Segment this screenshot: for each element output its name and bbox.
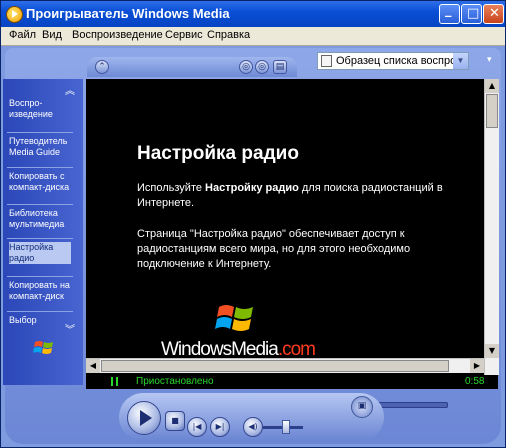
taskbar-item[interactable]: Библиотека мультимедиа: [9, 208, 71, 230]
logo-suffix-text: .com: [277, 339, 316, 360]
taskbar-separator: [7, 276, 73, 277]
shuffle-icon[interactable]: ◎: [239, 60, 253, 74]
menu-file[interactable]: Файл: [9, 29, 36, 41]
title-bar[interactable]: Проигрыватель Windows Media _ □ ✕: [1, 1, 505, 27]
horizontal-scroll-thumb[interactable]: [101, 360, 449, 372]
logo-main-text: WindowsMedia: [161, 339, 279, 360]
close-button[interactable]: ✕: [483, 4, 504, 24]
scroll-left-arrow-icon[interactable]: ◀: [86, 359, 100, 373]
status-text: Приостановлено: [136, 376, 214, 387]
hide-taskbar-icon[interactable]: ⌃: [95, 60, 109, 74]
next-icon: ▶|: [215, 422, 225, 431]
close-icon: ✕: [489, 6, 500, 21]
taskbar-item[interactable]: Настройка радио: [9, 242, 71, 264]
maximize-button[interactable]: □: [461, 4, 482, 24]
scroll-up-icon[interactable]: ︽: [63, 85, 77, 99]
playlist-select[interactable]: Образец списка воспроизведения ▼: [317, 52, 469, 70]
elapsed-time: 0:58: [465, 376, 485, 387]
taskbar-item[interactable]: Путеводитель Media Guide: [9, 136, 71, 158]
description-paragraph: Страница "Настройка радио" обеспечивает …: [137, 228, 411, 270]
equalizer-icon[interactable]: ◎: [255, 60, 269, 74]
compact-mode-icon: ▣: [357, 401, 367, 411]
previous-icon: |◀: [192, 422, 202, 431]
taskbar-item[interactable]: Копировать с компакт-диска: [9, 171, 71, 193]
taskbar-separator: [7, 167, 73, 168]
maximize-icon: □: [467, 6, 480, 21]
stop-icon: ■: [171, 416, 179, 425]
collapse-playlist-icon[interactable]: ▾: [487, 55, 499, 67]
intro-paragraph: Используйте Настройку радио для поиска р…: [137, 181, 467, 211]
minimize-icon: _: [445, 3, 452, 18]
playlist-icon[interactable]: ▤: [273, 60, 287, 74]
taskbar-item[interactable]: Копировать на компакт-диск: [9, 280, 71, 302]
scroll-right-arrow-icon[interactable]: ▶: [470, 359, 484, 373]
stop-button[interactable]: ■: [165, 411, 185, 431]
scroll-down-arrow-icon[interactable]: ▼: [485, 344, 499, 358]
next-button[interactable]: ▶|: [210, 417, 230, 437]
vertical-scrollbar[interactable]: ▲ ▼: [484, 79, 499, 375]
taskbar-separator: [7, 311, 73, 312]
previous-button[interactable]: |◀: [187, 417, 207, 437]
page-title: Настройка радио: [137, 143, 299, 164]
minimize-button[interactable]: _: [439, 3, 460, 24]
playlist-selected-value: Образец списка воспроизведения: [336, 55, 454, 67]
horizontal-scrollbar[interactable]: ◀ ▶: [86, 358, 484, 373]
menu-help[interactable]: Справка: [207, 29, 250, 41]
windows-flag-logo: [215, 305, 253, 331]
scroll-up-arrow-icon[interactable]: ▲: [485, 79, 499, 93]
playlist-file-icon: [321, 55, 332, 67]
windows-flag-icon: [33, 341, 53, 354]
mute-button[interactable]: ◀): [243, 417, 263, 437]
wmp-window: Проигрыватель Windows Media _ □ ✕ Файл В…: [0, 0, 506, 448]
scroll-down-icon[interactable]: ︾: [63, 324, 77, 338]
taskbar-item[interactable]: Воспро- изведение: [9, 98, 71, 120]
intro-text-bold[interactable]: Настройку радио: [205, 182, 299, 194]
pause-status-icon: [111, 377, 118, 386]
intro-text-start: Используйте: [137, 182, 206, 194]
taskbar-item[interactable]: Выбор: [9, 315, 71, 326]
mute-icon: ◀): [248, 422, 258, 431]
menu-view[interactable]: Вид: [42, 29, 62, 41]
vertical-scroll-thumb[interactable]: [486, 94, 498, 128]
chevron-down-icon[interactable]: ▼: [453, 53, 468, 69]
menu-play[interactable]: Воспроизведение: [72, 29, 163, 41]
wmp-icon: [6, 6, 23, 23]
play-button[interactable]: [127, 401, 161, 435]
compact-mode-button[interactable]: ▣: [351, 396, 373, 418]
taskbar-separator: [7, 204, 73, 205]
window-title: Проигрыватель Windows Media: [26, 6, 230, 21]
menu-bar: Файл Вид Воспроизведение Сервис Справка: [1, 27, 505, 46]
taskbar-separator: [7, 238, 73, 239]
volume-thumb[interactable]: [282, 420, 290, 434]
menu-tools[interactable]: Сервис: [165, 29, 203, 41]
taskbar-separator: [7, 132, 73, 133]
